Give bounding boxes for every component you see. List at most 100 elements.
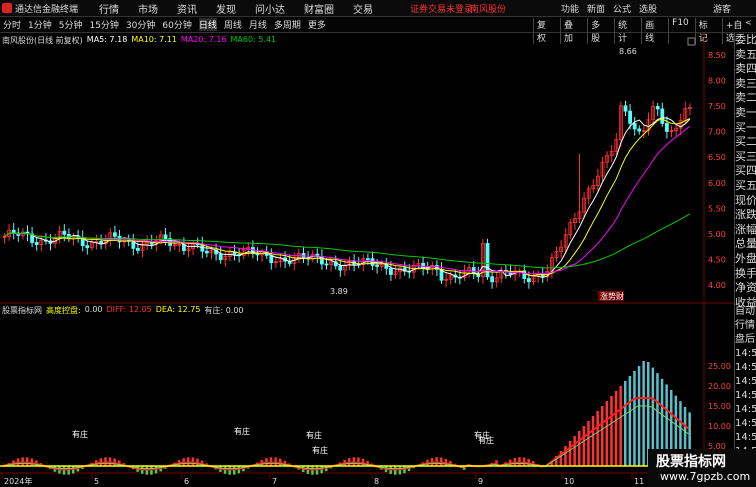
period-daily[interactable]: 日线 [198, 18, 217, 31]
maximize-icon[interactable] [687, 37, 696, 46]
period-timeshare[interactable]: 分时 [3, 18, 21, 31]
x-axis-label: 11 [634, 477, 644, 486]
tick-panel-item: 14:50 [735, 404, 756, 415]
price-axis-tick: 8.50 [708, 51, 726, 60]
period-weekly[interactable]: 周线 [224, 18, 242, 31]
indicator-axis-tick: 20.00 [708, 382, 731, 391]
control-label: 高度控盘: [46, 306, 81, 315]
menu-item-quotes[interactable]: 行情 [89, 1, 128, 16]
candle-body [34, 242, 39, 245]
price-axis-tick: 8.00 [708, 77, 726, 86]
control-value: 0.00 [84, 305, 103, 314]
candle-body [135, 247, 140, 251]
menu-item-ask[interactable]: 问小达 [245, 1, 294, 16]
watermark-url: www.7gpzb.com [660, 470, 751, 483]
youzhuang-label: 有庄: 0.00 [204, 306, 244, 315]
period-monthly[interactable]: 月线 [249, 18, 267, 31]
tick-panel-item: 14:50 [735, 432, 756, 443]
side-panel-item: 涨幅 [735, 222, 756, 236]
candle-body [338, 265, 343, 271]
indicator-bar [591, 416, 595, 466]
indicator-axis-tick: 25.00 [708, 362, 731, 371]
candle-body [163, 234, 168, 240]
period-15min[interactable]: 15分钟 [89, 18, 118, 31]
menu-item-trade[interactable]: 交易 [343, 1, 382, 16]
guest-label[interactable]: 游客 [713, 2, 731, 15]
menu-item-stock-picker[interactable]: 选股 [639, 2, 657, 15]
indicator-bar [578, 431, 581, 466]
x-axis-label: 6 [184, 477, 189, 486]
candle-body [62, 230, 67, 235]
x-axis-label: 2024年 [4, 476, 32, 486]
tick-panel-item: 盘后 [735, 334, 755, 345]
candle-body [665, 123, 669, 132]
x-axis-label: 7 [272, 477, 277, 486]
indicator-bar [637, 366, 641, 466]
candle-body [218, 253, 223, 261]
price-axis-tick: 5.00 [708, 230, 726, 239]
low-price-annotation: 3.89 [330, 287, 348, 296]
candle-body [527, 278, 531, 283]
app-name: 通达信金融终端 [15, 4, 79, 15]
indicator-bar [573, 436, 576, 466]
tick-side-panel: 自动行情盘后 14:50 14:50 14:50 14:50 14:50 14:50 14:5… [734, 305, 756, 457]
menu-item-formula[interactable]: 公式 [613, 2, 631, 15]
watermark: 股票指标网 www.7gpzb.com [648, 449, 756, 487]
price-axis-tick: 6.50 [708, 153, 726, 162]
candle-body [628, 110, 632, 124]
period-30min[interactable]: 30分钟 [126, 18, 155, 31]
period-multi[interactable]: 多周期 [274, 18, 301, 31]
price-axis-tick: 6.00 [708, 179, 726, 188]
menu-item-market[interactable]: 市场 [128, 1, 167, 16]
side-panel-item: 买三 [735, 149, 756, 163]
x-axis-label: 5 [94, 477, 99, 486]
menu-item-news[interactable]: 资讯 [167, 1, 206, 16]
menu-item-new-page[interactable]: 新面 [587, 2, 605, 15]
x-axis-label: 10 [564, 477, 574, 486]
indicator-bar [582, 426, 586, 466]
candle-body [365, 258, 370, 261]
side-panel-item: 净资 [735, 281, 756, 295]
menu-item-discover[interactable]: 发现 [206, 1, 245, 16]
period-1min[interactable]: 1分钟 [28, 18, 52, 31]
tag-label: 涨势财 [600, 291, 624, 301]
indicator-bar [564, 446, 567, 466]
period-more[interactable]: 更多 [308, 18, 326, 31]
indicator-bar [642, 361, 645, 466]
indicator-bar [601, 406, 604, 466]
ma60-label: MA60: 5.41 [230, 35, 277, 44]
youzhuang-marker: 有庄 [306, 430, 322, 440]
menu-item-functions[interactable]: 功能 [561, 2, 579, 15]
candle-body [11, 229, 16, 234]
period-60min[interactable]: 60分钟 [162, 18, 191, 31]
kline-chart[interactable]: 有庄 有庄 有庄有庄有庄有庄 8.508.007.507.006.506.005.5… [0, 33, 734, 487]
candle-body [324, 263, 329, 266]
indicator-bar [587, 421, 590, 466]
ma10-label: MA10: 7.11 [131, 35, 177, 44]
current-stock-name: 南风股份 [470, 5, 507, 15]
candle-body [660, 108, 665, 124]
menu-item-wealth[interactable]: 财富圈 [294, 1, 343, 16]
tick-panel-item: 14:50 [735, 418, 756, 429]
period-toolbar: 分时 1分钟 5分钟 15分钟 30分钟 60分钟 日线 周线 月线 多周期 更… [0, 17, 756, 44]
tick-panel-item: 14:50 [735, 376, 756, 387]
side-panel-item: 委比 [735, 33, 756, 46]
period-5min[interactable]: 5分钟 [59, 18, 83, 31]
candle-body [85, 245, 90, 249]
tick-panel-item: 自动 [735, 306, 755, 317]
x-axis-label: 8 [374, 477, 379, 486]
price-axis-tick: 7.50 [708, 102, 726, 111]
quote-side-panel: 委比 卖五 卖四 卖三 卖二 卖一 买一 买二 买三 买四 买五 现价 涨跌 涨幅 总量 外盘 换手 净资 收益 [734, 33, 756, 309]
indicator-bar [568, 441, 572, 466]
watermark-title: 股票指标网 [656, 454, 726, 470]
indicator-name[interactable]: 股票指标网 [2, 305, 42, 316]
chart-title: 南风股份(日线 前复权) [2, 36, 83, 45]
dea-label: DEA: 12.75 [155, 305, 201, 314]
indicator-bar [610, 396, 613, 466]
pager-prev-icon[interactable]: < [745, 18, 752, 27]
price-legend: 南风股份(日线 前复权) MA5: 7.18 MA10: 7.11 MA20: … [2, 35, 280, 46]
side-panel-item: 换手 [735, 266, 756, 280]
login-warning[interactable]: 证券交易未登录 [410, 2, 473, 15]
side-panel-item: 外盘 [735, 251, 756, 265]
indicator-bar [596, 411, 599, 466]
